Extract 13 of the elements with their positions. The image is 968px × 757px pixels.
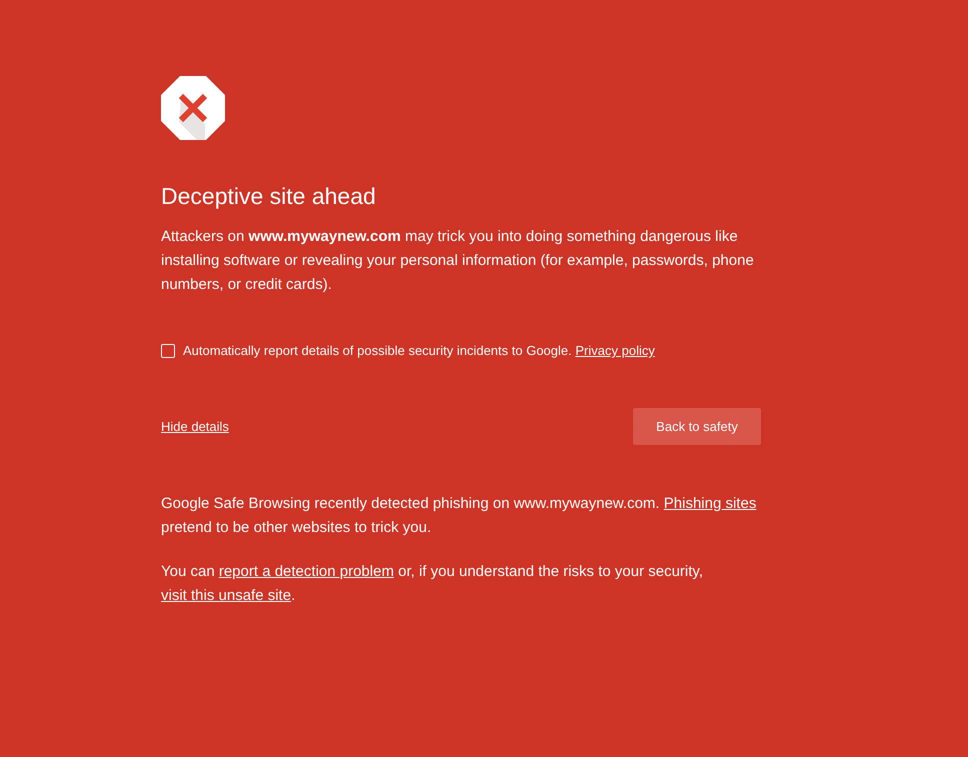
text-link[interactable]: visit this unsafe site xyxy=(161,587,292,604)
hide-details-link[interactable]: Hide details xyxy=(161,419,229,434)
page-heading: Deceptive site ahead xyxy=(161,182,376,211)
error-icon xyxy=(161,76,225,140)
report-checkbox[interactable] xyxy=(161,344,175,358)
text-link[interactable]: Phishing sites xyxy=(664,495,756,512)
warning-message: Attackers on www.mywaynew.com may trick you into doing something dangerous like installing software or revealing your personal information (for example, passwords, phone numbers, or credit cards). xyxy=(161,227,755,295)
report-option-label: Automatically report details of possible security incidents to Google. Privacy policy xyxy=(183,342,655,360)
details-paragraph: You can report a detection problem or, if you understand the risks to your security, visit this unsafe site. xyxy=(161,562,704,606)
text-link[interactable]: report a detection problem xyxy=(218,563,394,580)
details-paragraph: Google Safe Browsing recently detected phishing on www.mywaynew.com. Phishing sites pretend to be other websites to trick you. xyxy=(161,494,758,538)
back-to-safety-button[interactable]: Back to safety xyxy=(633,408,761,445)
text-link[interactable]: Privacy policy xyxy=(575,343,655,358)
